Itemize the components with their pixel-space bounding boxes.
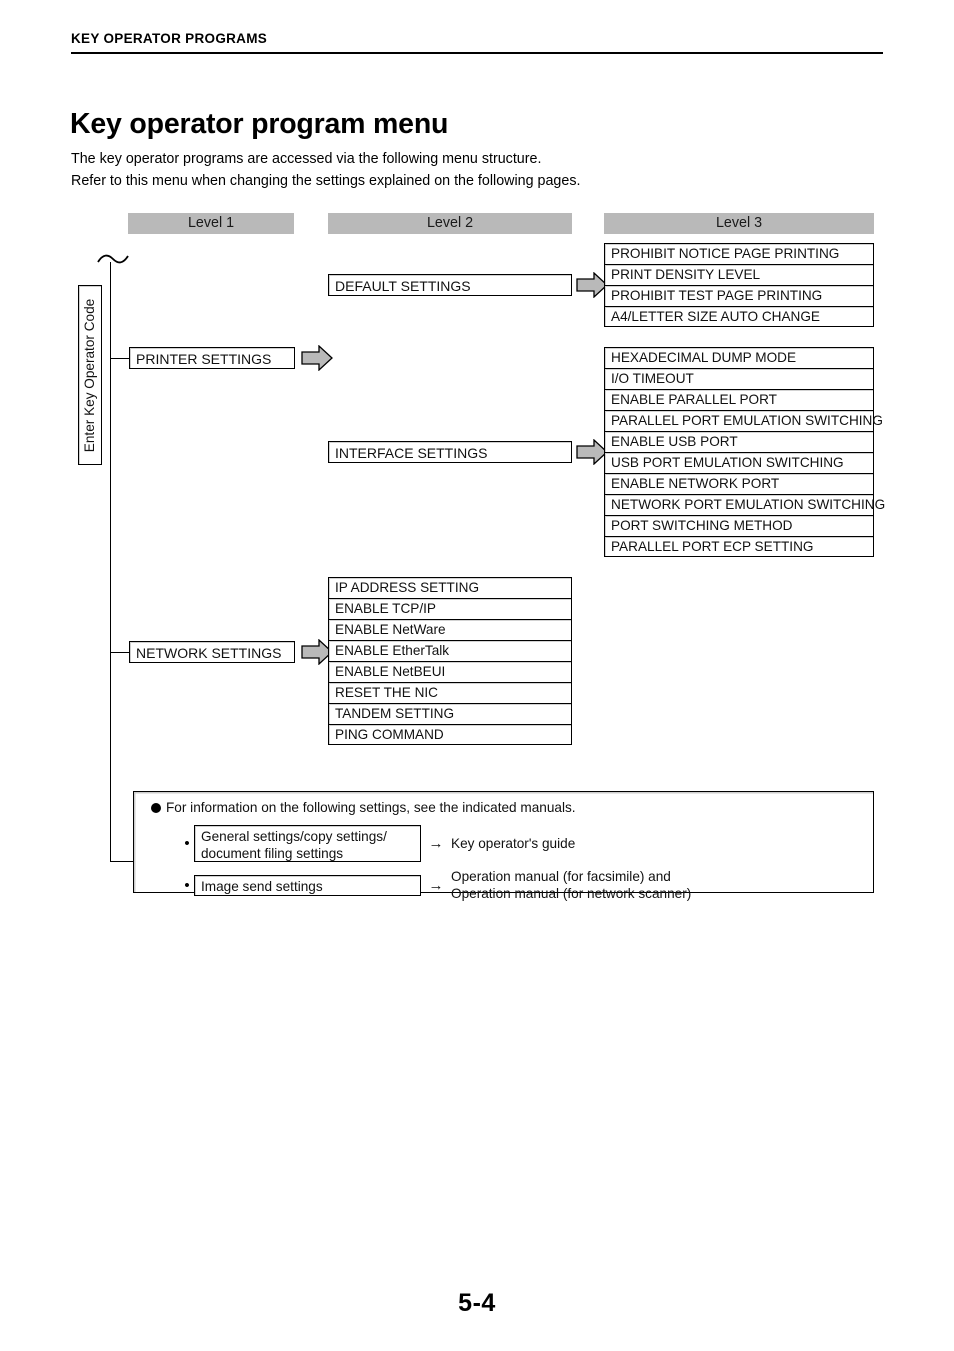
note-target-image-send-settings: Operation manual (for facsimile) and Ope… (451, 868, 691, 902)
page-number: 5-4 (458, 1289, 496, 1317)
column-header-level-3: Level 3 (604, 213, 874, 234)
connector-note-panel (110, 861, 134, 863)
note-target-line-2: Operation manual (for network scanner) (451, 886, 692, 901)
network-setting-item[interactable]: IP ADDRESS SETTING (328, 577, 572, 598)
list-interface-settings-options: HEXADECIMAL DUMP MODE I/O TIMEOUT ENABLE P… (604, 347, 885, 557)
note-target-line-1: Operation manual (for facsimile) and (451, 869, 671, 884)
node-network-settings[interactable]: NETWORK SETTINGS (129, 641, 295, 663)
note-box-image-send-settings[interactable]: Image send settings (194, 874, 421, 896)
note-panel: For information on the following setting… (133, 791, 874, 901)
note-box-line-1: Image send settings (201, 878, 323, 894)
filled-circle-icon (151, 803, 161, 813)
interface-setting-item[interactable]: PARALLEL PORT ECP SETTING (604, 536, 874, 557)
interface-setting-item[interactable]: PARALLEL PORT EMULATION SWITCHING (604, 410, 883, 431)
note-heading-text: For information on the following setting… (166, 800, 576, 815)
default-setting-item[interactable]: PROHIBIT NOTICE PAGE PRINTING (604, 243, 874, 264)
enter-key-operator-code-box: Enter Key Operator Code (78, 285, 102, 465)
list-network-settings: IP ADDRESS SETTING ENABLE TCP/IP ENABLE Ne… (328, 577, 572, 745)
interface-setting-item[interactable]: USB PORT EMULATION SWITCHING (604, 452, 874, 473)
default-setting-item[interactable]: PROHIBIT TEST PAGE PRINTING (604, 285, 874, 306)
note-box-line-2: document filing settings (201, 846, 344, 861)
interface-setting-item[interactable]: NETWORK PORT EMULATION SWITCHING (604, 494, 885, 515)
network-setting-item[interactable]: TANDEM SETTING (328, 703, 572, 724)
interface-setting-item[interactable]: HEXADECIMAL DUMP MODE (604, 347, 874, 368)
interface-setting-item[interactable]: ENABLE NETWORK PORT (604, 473, 874, 494)
node-interface-settings[interactable]: INTERFACE SETTINGS (328, 441, 572, 463)
right-arrow-icon: → (428, 876, 444, 894)
note-row: • General settings/copy settings/ docume… (180, 825, 575, 862)
note-row: • Image send settings → Operation manual… (180, 868, 691, 902)
note-heading: For information on the following setting… (151, 800, 576, 815)
column-header-level-2: Level 2 (328, 213, 572, 234)
interface-setting-item[interactable]: I/O TIMEOUT (604, 368, 874, 389)
network-setting-item[interactable]: PING COMMAND (328, 724, 572, 745)
note-box-general-settings[interactable]: General settings/copy settings/ document… (194, 825, 421, 862)
right-arrow-icon: → (428, 835, 444, 852)
connector-network-settings (110, 652, 130, 654)
note-target-general-settings: Key operator's guide (451, 836, 576, 851)
enter-key-operator-code-label: Enter Key Operator Code (82, 298, 98, 452)
spine-vertical-line (110, 262, 112, 862)
menu-structure-diagram: Level 1 Level 2 Level 3 Enter Key Operat… (0, 0, 954, 1351)
column-header-level-1: Level 1 (128, 213, 294, 234)
connector-printer-settings (110, 358, 130, 360)
node-printer-settings[interactable]: PRINTER SETTINGS (129, 347, 295, 369)
arrow-printer-settings-icon (301, 345, 333, 371)
bullet-icon: • (184, 835, 190, 852)
interface-setting-item[interactable]: ENABLE PARALLEL PORT (604, 389, 874, 410)
network-setting-item[interactable]: ENABLE NetBEUI (328, 661, 572, 682)
bullet-icon: • (184, 876, 190, 894)
network-setting-item[interactable]: RESET THE NIC (328, 682, 572, 703)
list-default-settings-options: PROHIBIT NOTICE PAGE PRINTING PRINT DENSI… (604, 243, 874, 327)
default-setting-item[interactable]: PRINT DENSITY LEVEL (604, 264, 874, 285)
note-box-line-1: General settings/copy settings/ (201, 829, 387, 844)
network-setting-item[interactable]: ENABLE TCP/IP (328, 598, 572, 619)
node-default-settings[interactable]: DEFAULT SETTINGS (328, 274, 572, 296)
default-setting-item[interactable]: A4/LETTER SIZE AUTO CHANGE (604, 306, 874, 327)
network-setting-item[interactable]: ENABLE NetWare (328, 619, 572, 640)
network-setting-item[interactable]: ENABLE EtherTalk (328, 640, 572, 661)
interface-setting-item[interactable]: ENABLE USB PORT (604, 431, 874, 452)
interface-setting-item[interactable]: PORT SWITCHING METHOD (604, 515, 874, 536)
line-break-squiggle-icon (96, 252, 130, 273)
